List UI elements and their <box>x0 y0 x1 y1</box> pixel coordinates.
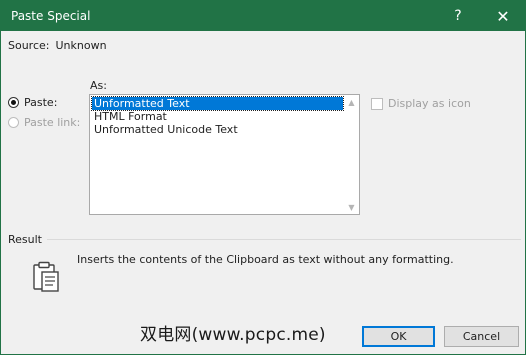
source-value: Unknown <box>55 39 107 52</box>
display-as-icon-option[interactable]: Display as icon <box>371 97 471 110</box>
paste-link-radio-label: Paste link: <box>24 116 81 129</box>
cancel-button[interactable]: Cancel <box>444 326 519 347</box>
dialog-title: Paste Special <box>11 9 91 23</box>
close-button[interactable]: ✕ <box>483 1 523 31</box>
title-bar: Paste Special ? ✕ <box>1 1 525 31</box>
listbox-scrollbar[interactable]: ▲ ▼ <box>344 95 359 214</box>
result-description: Inserts the contents of the Clipboard as… <box>77 253 454 266</box>
paste-link-radio[interactable] <box>8 117 19 128</box>
as-label: As: <box>90 79 107 92</box>
source-line: Source: Unknown <box>8 39 107 52</box>
ok-button[interactable]: OK <box>362 326 435 347</box>
clipboard-icon <box>33 261 59 292</box>
result-divider <box>47 239 521 240</box>
display-as-icon-label: Display as icon <box>388 97 471 110</box>
format-listbox[interactable]: Unformatted Text HTML Format Unformatted… <box>89 94 360 215</box>
source-label: Source: <box>8 39 50 52</box>
paste-option[interactable]: Paste: <box>8 96 57 109</box>
display-as-icon-checkbox[interactable] <box>371 97 383 110</box>
close-icon: ✕ <box>496 6 510 26</box>
list-item[interactable]: HTML Format <box>92 110 343 123</box>
list-item[interactable]: Unformatted Unicode Text <box>92 123 343 136</box>
paste-link-option[interactable]: Paste link: <box>8 116 80 129</box>
help-button[interactable]: ? <box>438 1 478 31</box>
list-item[interactable]: Unformatted Text <box>91 96 344 111</box>
paste-radio-label: Paste: <box>24 96 58 109</box>
paste-special-dialog: Paste Special ? ✕ Source: Unknown As: Pas… <box>0 0 526 355</box>
paste-radio[interactable] <box>8 97 19 108</box>
watermark-text: 双电网(www.pcpc.me) <box>140 325 326 345</box>
scroll-down-icon[interactable]: ▼ <box>344 200 359 214</box>
scroll-up-icon[interactable]: ▲ <box>344 95 359 109</box>
result-label: Result <box>8 233 42 246</box>
help-icon: ? <box>454 8 462 24</box>
